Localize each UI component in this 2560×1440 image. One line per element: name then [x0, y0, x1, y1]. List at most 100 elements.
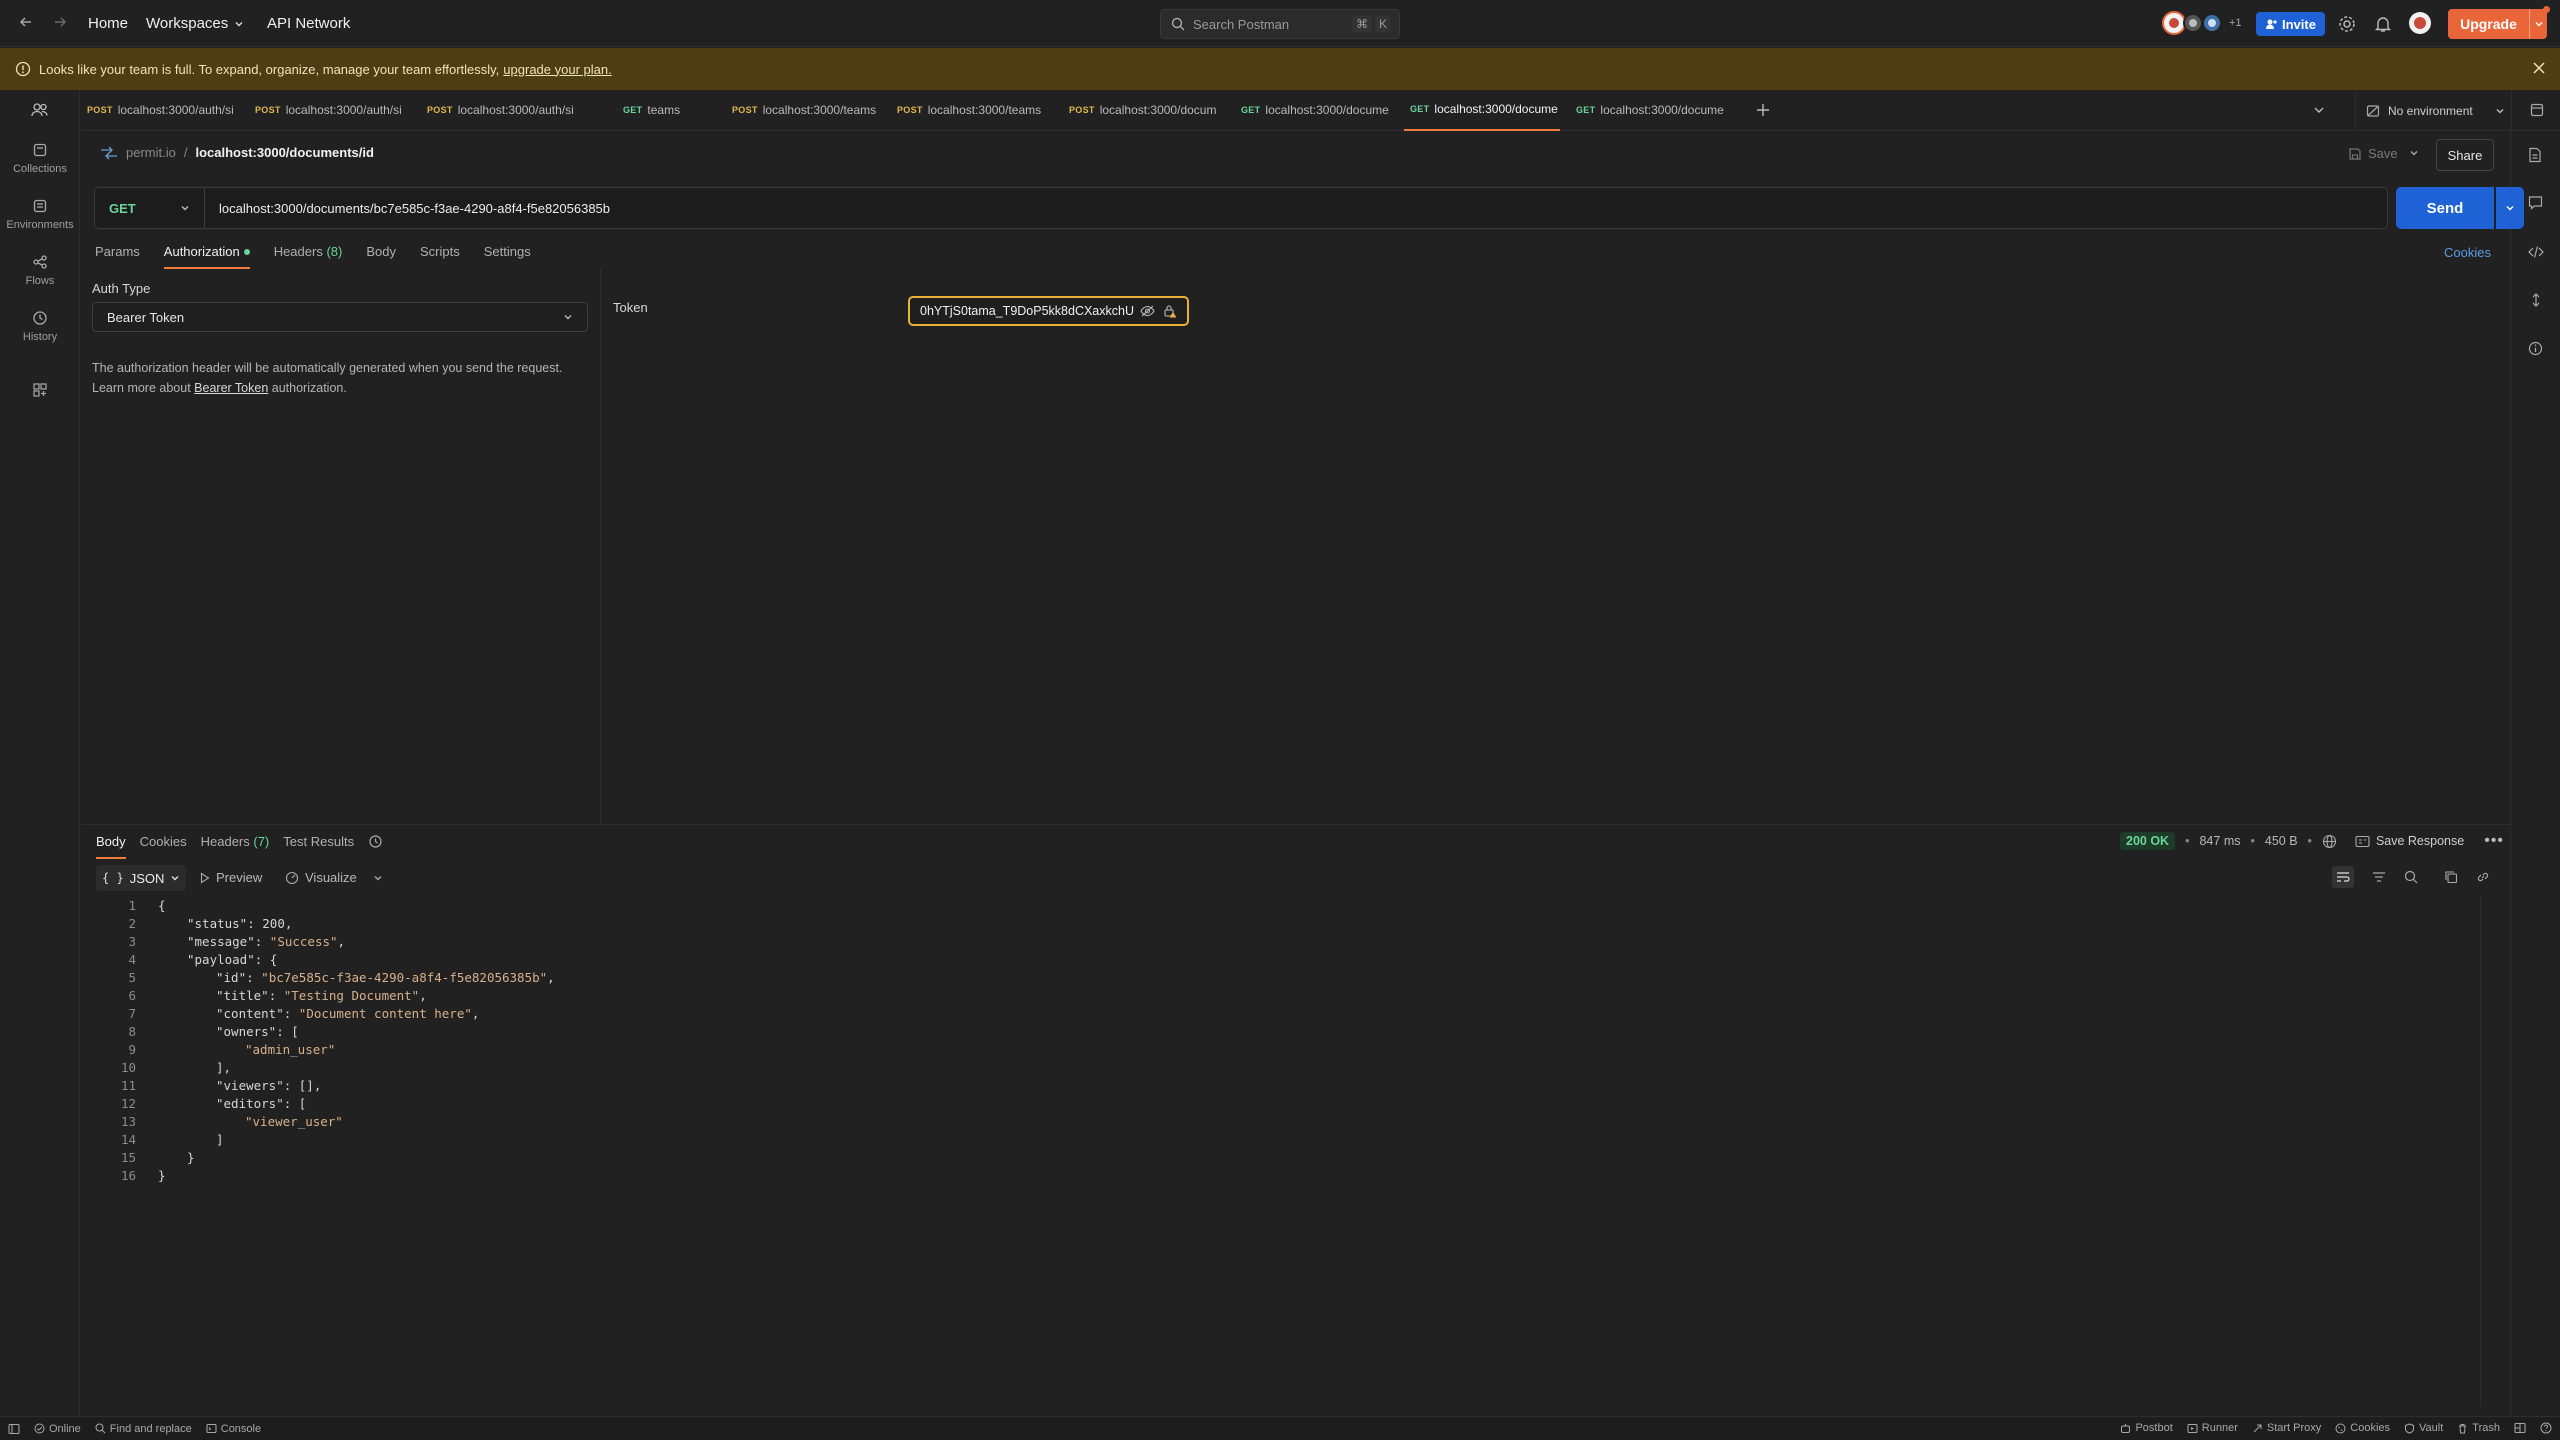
upgrade-plan-link[interactable]: upgrade your plan.: [503, 62, 611, 77]
link-icon[interactable]: [2476, 870, 2490, 884]
user-avatar[interactable]: [2408, 11, 2432, 35]
code-icon[interactable]: [2528, 245, 2544, 259]
info-icon[interactable]: [2528, 341, 2543, 356]
breadcrumb-current[interactable]: localhost:3000/documents/id: [195, 145, 373, 160]
method-select[interactable]: GET: [95, 188, 205, 228]
save-options-chevron-icon[interactable]: [2409, 148, 2419, 158]
search-box[interactable]: Search Postman ⌘ K: [1160, 9, 1400, 39]
postbot-button[interactable]: Postbot: [2120, 1422, 2173, 1434]
chevron-down-icon[interactable]: [373, 873, 383, 883]
token-input[interactable]: 0hYTjS0tama_T9DoP5kk8dCXaxkchU: [908, 296, 1189, 326]
response-body-code[interactable]: 1{2 "status": 200, 3 "message": "Success", 4…: [96, 896, 2476, 1184]
tab-method: GET: [623, 105, 643, 115]
notifications-bell-icon[interactable]: [2374, 15, 2392, 33]
rail-apps[interactable]: [0, 382, 80, 398]
request-tab[interactable]: POST localhost:3000/auth/si: [249, 90, 421, 131]
right-panel-toggle[interactable]: [2511, 90, 2560, 131]
invite-button[interactable]: Invite: [2256, 12, 2325, 36]
back-arrow-icon[interactable]: [18, 14, 34, 30]
nav-workspaces[interactable]: Workspaces: [146, 15, 244, 32]
console-button[interactable]: Console: [206, 1423, 261, 1435]
filter-icon[interactable]: [2372, 870, 2386, 884]
visualize-button[interactable]: Visualize: [285, 870, 383, 885]
start-proxy-button[interactable]: Start Proxy: [2252, 1422, 2321, 1434]
network-globe-icon[interactable]: [2322, 834, 2337, 849]
rail-history[interactable]: History: [0, 310, 80, 343]
status-badge[interactable]: 200 OK: [2120, 832, 2176, 850]
tab-label: localhost:3000/teams: [762, 103, 877, 117]
send-options-button[interactable]: [2496, 187, 2524, 229]
team-full-banner: Looks like your team is full. To expand,…: [0, 48, 2560, 90]
resp-tab-body[interactable]: Body: [96, 834, 126, 859]
hide-eye-icon[interactable]: [1140, 305, 1155, 317]
tab-scripts[interactable]: Scripts: [420, 244, 460, 267]
rail-environments[interactable]: Environments: [0, 198, 80, 231]
nav-home[interactable]: Home: [88, 15, 128, 32]
settings-gear-icon[interactable]: [2338, 15, 2356, 33]
bearer-token-link[interactable]: Bearer Token: [194, 381, 268, 395]
rail-collections[interactable]: Collections: [0, 142, 80, 175]
request-tab[interactable]: POST localhost:3000/teams: [891, 90, 1063, 131]
expand-arrows-icon[interactable]: [2529, 293, 2543, 307]
request-tab[interactable]: GET localhost:3000/docume: [1235, 90, 1404, 131]
request-tab-active[interactable]: GET localhost:3000/docume: [1404, 90, 1560, 131]
upgrade-button[interactable]: Upgrade: [2448, 9, 2547, 39]
response-size[interactable]: 450 B: [2265, 834, 2298, 848]
online-status[interactable]: Online: [34, 1423, 81, 1435]
tab-settings[interactable]: Settings: [484, 244, 531, 267]
line-number: 13: [120, 1113, 136, 1129]
copy-icon[interactable]: [2444, 870, 2458, 884]
breadcrumb-parent[interactable]: permit.io: [126, 145, 176, 160]
comments-icon[interactable]: [2528, 195, 2543, 210]
nav-api-network[interactable]: API Network: [267, 15, 350, 32]
format-select[interactable]: { } JSON: [96, 865, 187, 891]
preview-button[interactable]: Preview: [200, 870, 262, 885]
environment-selector[interactable]: No environment: [2355, 90, 2505, 131]
request-tab[interactable]: GET teams: [603, 90, 726, 131]
resp-tab-headers[interactable]: Headers (7): [201, 834, 270, 857]
auth-type-select[interactable]: Bearer Token: [92, 302, 588, 332]
forward-arrow-icon[interactable]: [52, 14, 68, 30]
request-tab[interactable]: GET localhost:3000/docume: [1560, 90, 1746, 131]
request-tab[interactable]: POST localhost:3000/teams: [726, 90, 891, 131]
code-scrollbar-track[interactable]: [2480, 896, 2481, 1406]
cookies-button[interactable]: Cookies: [2335, 1422, 2390, 1434]
cookies-link[interactable]: Cookies: [2444, 245, 2491, 260]
tab-params[interactable]: Params: [95, 244, 140, 267]
vault-button[interactable]: Vault: [2404, 1422, 2443, 1434]
vault-warning-icon[interactable]: [1163, 304, 1177, 318]
documentation-icon[interactable]: [2528, 147, 2542, 163]
runner-button[interactable]: Runner: [2187, 1422, 2238, 1434]
new-tab-plus-icon[interactable]: [1756, 103, 1770, 117]
resp-tab-cookies[interactable]: Cookies: [140, 834, 187, 857]
save-response-button[interactable]: Save Response: [2355, 834, 2464, 848]
tab-headers[interactable]: Headers (8): [274, 244, 343, 267]
tabs-overflow-chevron-icon[interactable]: [2313, 104, 2325, 116]
json-punctuation: : [: [283, 1095, 307, 1111]
find-replace-button[interactable]: Find and replace: [95, 1423, 192, 1435]
save-button[interactable]: Save: [2348, 146, 2398, 161]
team-avatars[interactable]: +1: [2162, 11, 2242, 35]
send-button[interactable]: Send: [2396, 187, 2494, 229]
more-options-icon[interactable]: •••: [2484, 832, 2504, 850]
layout-toggle-icon[interactable]: [2514, 1422, 2526, 1434]
request-tab[interactable]: POST localhost:3000/auth/si: [421, 90, 603, 131]
response-time[interactable]: 847 ms: [2199, 834, 2240, 848]
close-banner-icon[interactable]: [2532, 61, 2546, 75]
upgrade-dropdown-chevron-icon[interactable]: [2529, 9, 2547, 39]
rail-flows[interactable]: Flows: [0, 254, 80, 287]
resp-tab-test-results[interactable]: Test Results: [283, 834, 354, 857]
wrap-lines-icon[interactable]: [2332, 866, 2354, 888]
search-icon[interactable]: [2404, 870, 2418, 884]
response-history-icon[interactable]: [368, 834, 383, 849]
request-tab[interactable]: POST localhost:3000/auth/si: [81, 90, 249, 131]
help-icon[interactable]: [2540, 1422, 2552, 1434]
tab-body[interactable]: Body: [366, 244, 396, 267]
trash-button[interactable]: Trash: [2457, 1422, 2500, 1434]
tab-authorization[interactable]: Authorization: [163, 244, 250, 269]
request-tab[interactable]: POST localhost:3000/docum: [1063, 90, 1235, 131]
share-button[interactable]: Share: [2436, 139, 2494, 171]
url-input[interactable]: localhost:3000/documents/bc7e585c-f3ae-4…: [219, 201, 610, 216]
rail-team[interactable]: [0, 102, 80, 118]
toggle-sidebar-icon[interactable]: [8, 1423, 20, 1435]
